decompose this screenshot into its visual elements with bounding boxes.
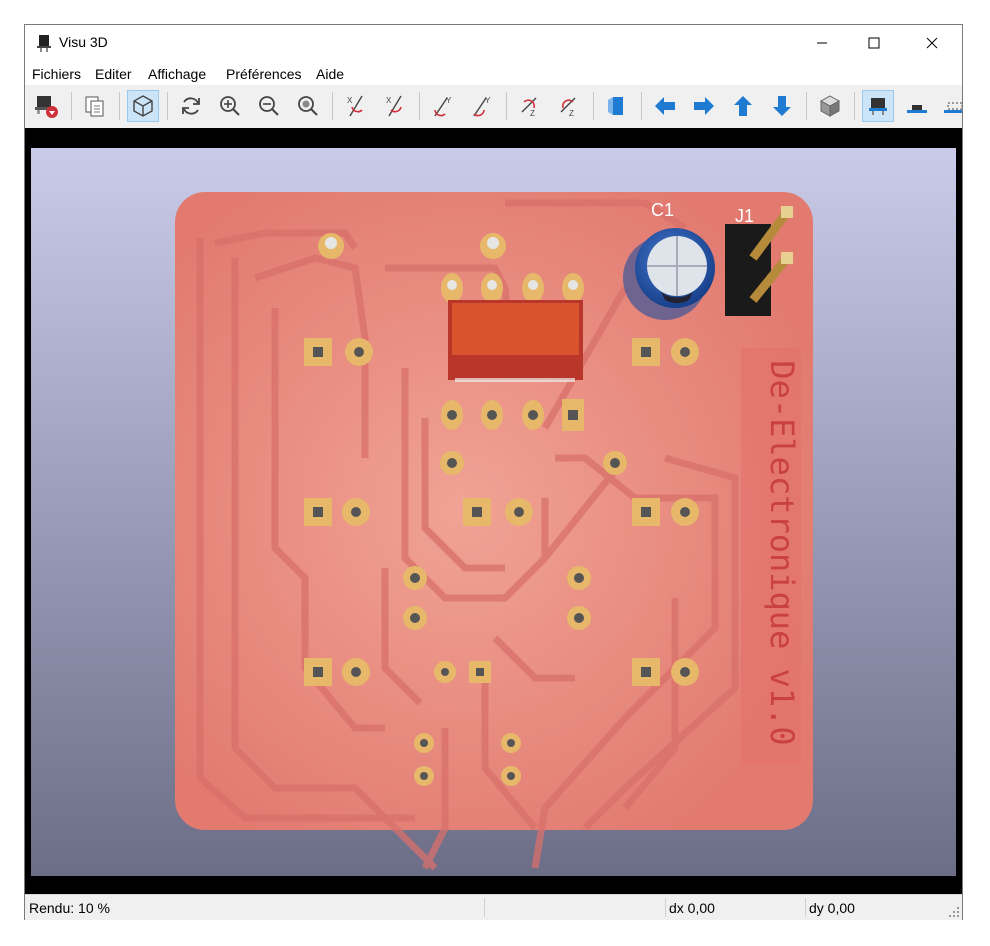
zoom-in-icon bbox=[220, 96, 240, 116]
move-left-button[interactable] bbox=[649, 90, 681, 122]
rotate-x-ccw-icon: X bbox=[386, 95, 402, 117]
maximize-icon bbox=[868, 37, 880, 49]
ref-j1: J1 bbox=[735, 206, 754, 226]
move-up-icon bbox=[734, 96, 752, 116]
menu-preferences[interactable]: Préférences bbox=[226, 66, 301, 82]
rotate-x-ccw-button[interactable]: X bbox=[379, 90, 411, 122]
move-right-icon bbox=[694, 97, 714, 115]
refresh-button[interactable] bbox=[175, 90, 207, 122]
move-left-icon bbox=[655, 97, 675, 115]
rotate-x-cw-icon: X bbox=[347, 95, 363, 117]
render-mode-button[interactable] bbox=[127, 90, 159, 122]
svg-text:Y: Y bbox=[446, 96, 452, 105]
minimize-icon bbox=[817, 42, 827, 44]
app-window: Visu 3D Fichiers Editer Affichage Préfér… bbox=[24, 24, 963, 920]
reload-board-button[interactable] bbox=[30, 90, 62, 122]
svg-text:X: X bbox=[347, 96, 353, 105]
rotate-x-cw-button[interactable]: X bbox=[340, 90, 372, 122]
show-tht-icon bbox=[869, 98, 887, 115]
svg-text:Z: Z bbox=[569, 109, 574, 118]
show-virtual-button[interactable] bbox=[938, 90, 962, 122]
rotate-z-ccw-button[interactable]: Z bbox=[553, 90, 585, 122]
zoom-out-button[interactable] bbox=[253, 90, 285, 122]
3d-view-button[interactable] bbox=[814, 90, 846, 122]
svg-text:X: X bbox=[386, 96, 392, 105]
rotate-z-ccw-icon: Z bbox=[560, 97, 576, 118]
menu-bar: Fichiers Editer Affichage Préférences Ai… bbox=[25, 61, 962, 85]
status-bar: Rendu: 10 % dx 0,00 dy 0,00 bbox=[25, 894, 962, 920]
maximize-button[interactable] bbox=[851, 25, 897, 61]
menu-aide[interactable]: Aide bbox=[316, 66, 344, 82]
move-down-icon bbox=[773, 96, 791, 116]
pcb-render[interactable]: De-Electronique v1.0 C1 J1 bbox=[25, 128, 962, 894]
menu-editer[interactable]: Editer bbox=[95, 66, 132, 82]
silkscreen-label: De-Electronique v1.0 bbox=[763, 360, 801, 745]
render-mode-icon bbox=[133, 95, 153, 117]
move-right-button[interactable] bbox=[688, 90, 720, 122]
move-up-button[interactable] bbox=[727, 90, 759, 122]
toolbar: X X Y Y Z Z bbox=[25, 85, 962, 127]
flip-board-icon bbox=[608, 97, 623, 115]
rotate-y-cw-button[interactable]: Y bbox=[427, 90, 459, 122]
rotate-y-ccw-button[interactable]: Y bbox=[466, 90, 498, 122]
rotate-y-ccw-icon: Y bbox=[473, 96, 491, 117]
rotate-z-cw-icon: Z bbox=[521, 97, 537, 118]
menu-affichage[interactable]: Affichage bbox=[148, 66, 206, 82]
refresh-icon bbox=[182, 97, 200, 115]
render-status: Rendu: 10 % bbox=[29, 900, 110, 916]
zoom-fit-button[interactable] bbox=[292, 90, 324, 122]
window-title: Visu 3D bbox=[59, 34, 108, 50]
svg-text:Y: Y bbox=[485, 96, 491, 105]
show-virtual-icon bbox=[944, 102, 962, 113]
resize-grip-icon[interactable] bbox=[948, 906, 960, 918]
show-smd-icon bbox=[907, 105, 927, 113]
show-smd-button[interactable] bbox=[901, 90, 933, 122]
ref-c1: C1 bbox=[651, 200, 674, 220]
minimize-button[interactable] bbox=[799, 25, 845, 61]
app-icon bbox=[37, 35, 51, 52]
flip-board-button[interactable] bbox=[601, 90, 633, 122]
svg-text:Z: Z bbox=[530, 109, 535, 118]
rotate-z-cw-button[interactable]: Z bbox=[514, 90, 546, 122]
3d-view-icon bbox=[819, 95, 841, 117]
copy-image-icon bbox=[85, 96, 104, 117]
dy-readout: dy 0,00 bbox=[809, 900, 855, 916]
reload-board-icon bbox=[35, 96, 58, 118]
dx-readout: dx 0,00 bbox=[669, 900, 715, 916]
zoom-out-icon bbox=[259, 96, 279, 116]
rotate-y-cw-icon: Y bbox=[434, 96, 452, 117]
show-tht-button[interactable] bbox=[862, 90, 894, 122]
title-bar[interactable]: Visu 3D bbox=[25, 25, 962, 61]
copy-image-button[interactable] bbox=[79, 90, 111, 122]
3d-viewport[interactable]: De-Electronique v1.0 C1 J1 bbox=[25, 128, 962, 894]
menu-fichiers[interactable]: Fichiers bbox=[32, 66, 81, 82]
zoom-in-button[interactable] bbox=[214, 90, 246, 122]
close-icon bbox=[926, 37, 938, 49]
close-button[interactable] bbox=[909, 25, 955, 61]
zoom-fit-icon bbox=[298, 96, 318, 116]
move-down-button[interactable] bbox=[766, 90, 798, 122]
